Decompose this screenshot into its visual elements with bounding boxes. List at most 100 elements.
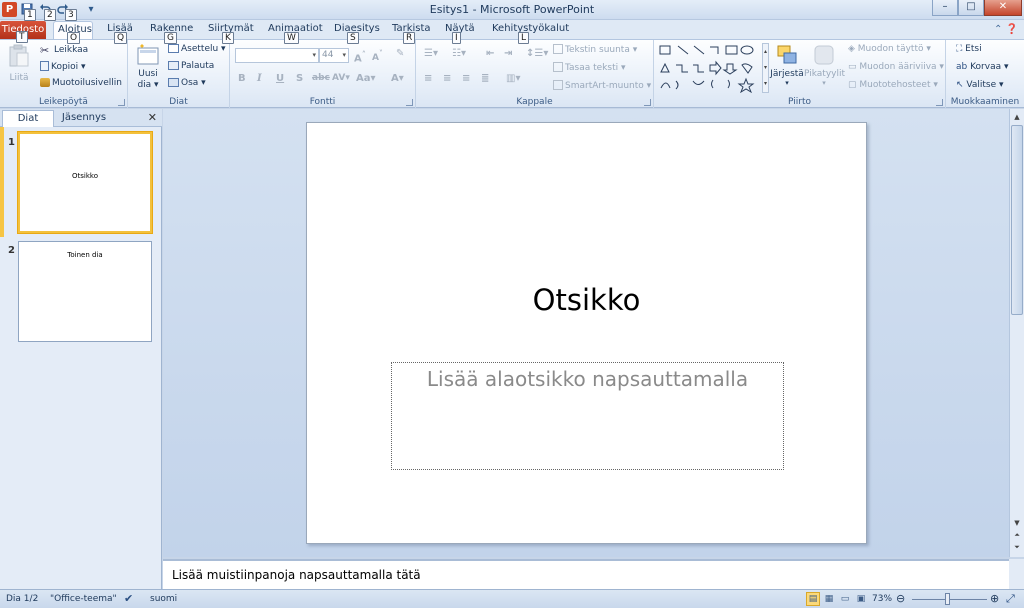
font-group-label: Fontti [309,97,336,107]
font-group: ▾ 44 ▾ A˄ A˅ ✎ B I U S abc AV▾ Aa▾ A▾ Fon… [230,40,416,108]
numbering-icon[interactable]: ☷▾ [452,48,466,59]
drawing-group-label: Piirto [788,97,811,107]
find-label: Etsi [965,44,982,54]
format-painter-label: Muotoilusivellin [52,78,122,88]
cut-button[interactable]: ✂ Leikkaa [40,44,88,57]
pane-tabs: Diat Jäsennys ✕ [0,109,162,127]
slide-thumbnail-2[interactable]: Toinen dia [18,241,152,342]
ribbon-tab-strip: Tiedosto Aloitus Lisää Rakenne Siirtymät… [0,20,1024,39]
section-button[interactable]: Osa ▾ [168,78,206,88]
close-button[interactable]: ✕ [984,0,1022,16]
grow-font-button[interactable]: A˄ [354,49,366,64]
align-left-icon[interactable]: ≡ [424,73,432,84]
paragraph-launcher-icon[interactable] [644,99,651,106]
slide-editing-area: Otsikko Lisää alaotsikko napsauttamalla [163,109,1009,557]
slides-group: Uusi dia ▾ Asettelu ▾ Palauta Osa ▾ Diat [128,40,230,108]
tab-outline[interactable]: Jäsennys [56,110,112,127]
smartart-button[interactable]: SmartArt-muunto ▾ [553,80,651,91]
zoom-out-icon[interactable]: ⊖ [896,592,905,605]
status-bar: Dia 1/2 "Office-teema" ✔ suomi ▤ ▦ ▭ ▣ 7… [0,589,1024,608]
minimize-button[interactable]: – [932,0,958,16]
font-launcher-icon[interactable] [406,99,413,106]
notes-scrollbar [1009,559,1024,589]
zoom-in-icon[interactable]: ⊕ [990,592,999,605]
align-center-icon[interactable]: ≡ [443,73,451,84]
help-icon[interactable]: ⌃ ❓ [994,24,1018,35]
maximize-button[interactable]: □ [958,0,984,16]
character-spacing-button[interactable]: AV▾ [332,73,350,83]
section-label: Osa [181,78,199,88]
align-right-icon[interactable]: ≡ [462,73,470,84]
copy-button[interactable]: Kopioi ▾ [40,61,86,72]
slide-thumbnail-1[interactable]: Otsikko [18,132,152,233]
justify-icon[interactable]: ≣ [481,73,489,84]
increase-indent-icon[interactable]: ⇥ [504,48,512,59]
normal-view-icon[interactable]: ▤ [806,592,820,606]
text-direction-button[interactable]: Tekstin suunta ▾ [553,44,637,55]
zoom-level[interactable]: 73% [872,594,892,604]
scroll-down-icon[interactable]: ▼ [1011,517,1023,529]
decrease-indent-icon[interactable]: ⇤ [486,48,494,59]
shapes-gallery[interactable] [658,43,762,94]
slide-canvas[interactable]: Otsikko Lisää alaotsikko napsauttamalla [306,122,867,544]
change-case-button[interactable]: Aa▾ [356,73,376,84]
clear-formatting-icon[interactable]: ✎ [396,48,404,59]
close-icon[interactable]: ✕ [148,111,157,124]
notes-pane[interactable]: Lisää muistiinpanoja napsauttamalla tätä [163,559,1009,589]
reading-view-icon[interactable]: ▭ [838,592,852,606]
bold-button[interactable]: B [238,73,246,84]
quick-styles-button[interactable]: Pikatyylit ▾ [804,44,845,87]
reset-button[interactable]: Palauta [168,61,214,71]
language-indicator[interactable]: suomi [150,594,177,604]
slideshow-icon[interactable]: ▣ [854,592,868,606]
layout-button[interactable]: Asettelu ▾ [168,44,226,54]
select-button[interactable]: ↖ Valitse ▾ [956,80,1004,90]
shape-fill-button[interactable]: ◈ Muodon täyttö ▾ [848,44,931,54]
slide-title[interactable]: Otsikko [307,283,866,317]
paragraph-group: ☰▾ ☷▾ ⇤ ⇥ ↕☰▾ Tekstin suunta ▾ Tasaa tek… [416,40,654,108]
shadow-button[interactable]: S [296,73,303,84]
paragraph-group-label: Kappale [516,97,553,107]
vertical-scrollbar[interactable]: ▲ ▼ ⏶ ⏷ [1009,109,1024,557]
font-name-combo[interactable]: ▾ [235,48,319,63]
keytip: I [452,32,461,44]
find-button[interactable]: ⛶ Etsi [956,44,982,54]
theme-name[interactable]: "Office-teema" [50,594,117,604]
bullets-icon[interactable]: ☰▾ [424,48,438,59]
columns-icon[interactable]: ▥▾ [506,73,520,84]
zoom-slider[interactable] [912,593,987,605]
font-size-combo[interactable]: 44 ▾ [319,48,349,63]
copy-label: Kopioi [51,62,79,72]
next-slide-icon[interactable]: ⏷ [1011,541,1023,553]
paste-label: Liitä [9,73,29,83]
format-painter-button[interactable]: Muotoilusivellin [40,78,122,88]
scroll-thumb[interactable] [1011,125,1023,315]
strikethrough-button[interactable]: abc [312,73,330,83]
new-slide-button[interactable]: Uusi dia ▾ [134,44,162,91]
clipboard-launcher-icon[interactable] [118,99,125,106]
tab-slides[interactable]: Diat [2,110,54,127]
quick-styles-icon [814,45,834,65]
keytip: T [16,31,28,43]
slide-sorter-icon[interactable]: ▦ [822,592,836,606]
drawing-launcher-icon[interactable] [936,99,943,106]
line-spacing-icon[interactable]: ↕☰▾ [526,48,548,59]
scroll-up-icon[interactable]: ▲ [1011,111,1023,123]
arrange-button[interactable]: Järjestä ▾ [770,44,804,87]
shape-outline-button[interactable]: ▭ Muodon ääriviiva ▾ [848,62,944,72]
fit-to-window-icon[interactable]: ⤢ [1006,592,1015,606]
italic-button[interactable]: I [257,73,262,84]
underline-button[interactable]: U [276,73,284,84]
scissors-icon: ✂ [40,44,50,57]
subtitle-placeholder[interactable]: Lisää alaotsikko napsauttamalla [391,362,784,470]
zoom-slider-thumb[interactable] [944,593,950,605]
align-text-button[interactable]: Tasaa teksti ▾ [553,62,626,73]
replace-button[interactable]: ab Korvaa ▾ [956,62,1009,72]
previous-slide-icon[interactable]: ⏶ [1011,529,1023,541]
paste-button[interactable]: Liitä [6,44,32,83]
font-color-button[interactable]: A▾ [391,73,404,84]
shrink-font-button[interactable]: A˅ [372,49,383,63]
spell-check-icon[interactable]: ✔ [124,592,133,605]
shapes-gallery-scroll[interactable]: ▴ ▾ ▾ [762,43,769,93]
shape-effects-button[interactable]: ▢ Muototehosteet ▾ [848,80,938,90]
